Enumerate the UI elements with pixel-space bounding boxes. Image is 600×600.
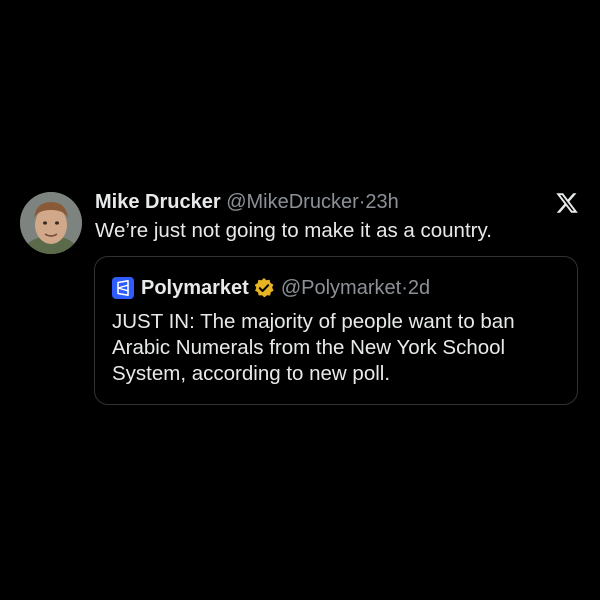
separator-dot: ·	[401, 277, 408, 299]
author-name[interactable]: Mike Drucker	[95, 191, 221, 213]
quoted-author-handle[interactable]: @Polymarket	[281, 276, 401, 300]
tweet-timestamp[interactable]: 23h	[365, 191, 398, 213]
quoted-tweet[interactable]: Polymarket @Polymarket · 2d JUST IN: The m…	[94, 256, 578, 405]
tweet-header: Mike Drucker @MikeDrucker·23h	[95, 190, 399, 214]
tweet-text: We’re just not going to make it as a cou…	[95, 219, 492, 242]
author-handle[interactable]: @MikeDrucker	[226, 191, 359, 213]
avatar[interactable]	[20, 192, 82, 254]
tweet-card: Mike Drucker @MikeDrucker·23h We’re just…	[20, 186, 585, 416]
quoted-tweet-timestamp[interactable]: 2d	[408, 276, 430, 300]
quoted-tweet-header: Polymarket @Polymarket · 2d	[112, 276, 430, 300]
quoted-author-name[interactable]: Polymarket	[141, 276, 249, 300]
quoted-tweet-text: JUST IN: The majority of people want to …	[112, 310, 515, 385]
polymarket-logo-icon[interactable]	[112, 277, 134, 299]
x-logo-icon[interactable]	[555, 191, 579, 215]
verified-badge-icon	[253, 277, 275, 299]
